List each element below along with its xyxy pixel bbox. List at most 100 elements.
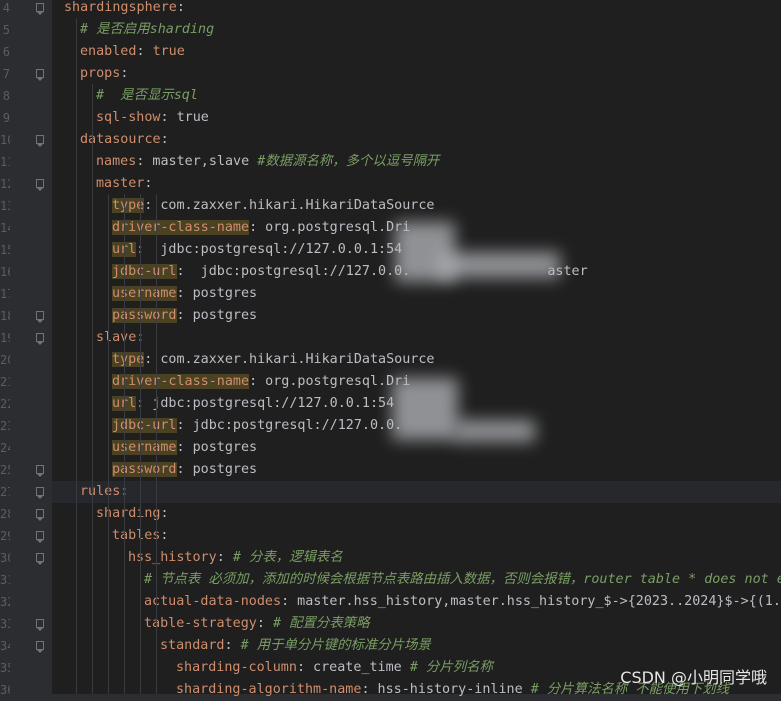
yaml-value: : — [176, 0, 185, 15]
line-number: 14 — [0, 221, 10, 235]
fold-toggle-icon[interactable] — [36, 487, 44, 499]
fold-toggle-icon[interactable] — [36, 531, 44, 543]
yaml-value: : — [136, 44, 153, 59]
yaml-key: standard — [160, 638, 225, 653]
yaml-key: enabled — [80, 44, 137, 59]
code-line[interactable]: 7 props: — [3, 63, 781, 85]
indent-guide — [76, 18, 77, 694]
yaml-key: actual-data-nodes — [144, 594, 282, 609]
line-number: 21 — [0, 375, 10, 389]
yaml-value: : — [144, 176, 153, 191]
line-number: 28 — [0, 507, 10, 521]
redaction-blur-3 — [392, 378, 458, 440]
code-text: password: postgres — [112, 305, 257, 327]
line-number: 15 — [0, 243, 10, 257]
line-number: 30 — [0, 551, 10, 565]
code-line[interactable]: 6 enabled: true — [3, 41, 781, 63]
code-line[interactable]: 33 table-strategy: # 配置分表策略 — [0, 613, 781, 635]
code-line[interactable]: 31 # 节点表 必须加，添加的时候会根据节点表路由插入数据，否则会报错，rout… — [0, 569, 781, 591]
yaml-key: sharding-column — [176, 660, 297, 675]
code-line[interactable]: 19 slave: — [0, 327, 781, 349]
fold-toggle-icon[interactable] — [36, 135, 44, 147]
code-text: rules: — [80, 481, 128, 503]
line-number: 18 — [0, 309, 10, 323]
yaml-key: props — [80, 66, 121, 81]
line-number: 9 — [2, 111, 10, 125]
code-line[interactable]: 20 type: com.zaxxer.hikari.HikariDataSour… — [0, 349, 781, 371]
code-line[interactable]: 18 password: postgres — [0, 305, 781, 327]
line-number: 5 — [2, 23, 10, 37]
code-line[interactable]: 4 shardingsphere: — [3, 0, 781, 19]
code-text: standard: # 用于单分片键的标准分片场景 — [160, 635, 431, 657]
line-number: 22 — [0, 397, 10, 411]
code-line[interactable]: 5 # 是否启用sharding — [3, 19, 781, 41]
code-text: # 是否显示sql — [96, 85, 198, 107]
yaml-key: hss_history — [128, 550, 217, 565]
yaml-comment: #数据源名称，多个以逗号隔开 — [257, 154, 440, 169]
code-line[interactable]: 9 sql-show: true — [3, 107, 781, 129]
code-line[interactable]: 24 username: postgres — [0, 437, 781, 459]
line-number: 20 — [0, 353, 10, 367]
yaml-value: : create_time — [296, 660, 410, 675]
redaction-blur-2 — [440, 252, 560, 278]
yaml-value: : — [216, 550, 233, 565]
yaml-key: username — [112, 286, 177, 301]
yaml-value: : jdbc:postgresql://127.0.0.1:54 — [136, 242, 403, 257]
yaml-value: : postgres — [176, 308, 258, 323]
yaml-key: shardingsphere — [64, 0, 177, 15]
yaml-key: slave — [96, 330, 137, 345]
code-line[interactable]: 12 master: — [0, 173, 781, 195]
code-line[interactable]: 27 rules: — [0, 481, 781, 503]
code-line[interactable]: 34 standard: # 用于单分片键的标准分片场景 — [0, 635, 781, 657]
fold-toggle-icon[interactable] — [36, 311, 44, 323]
code-text: props: — [80, 63, 128, 85]
fold-toggle-icon[interactable] — [36, 3, 44, 15]
code-editor[interactable]: 4 shardingsphere: 5 # 是否启用sharding 6 enabled:… — [0, 0, 781, 697]
yaml-key: username — [112, 440, 177, 455]
code-line[interactable]: 17 username: postgres — [0, 283, 781, 305]
fold-toggle-icon[interactable] — [36, 69, 44, 81]
code-text: type: com.zaxxer.hikari.HikariDataSource — [112, 195, 434, 217]
fold-toggle-icon[interactable] — [36, 465, 44, 477]
yaml-value: : postgres — [176, 440, 258, 455]
line-number: 6 — [2, 45, 10, 59]
code-line[interactable]: 29 tables: — [0, 525, 781, 547]
code-text: password: postgres — [112, 459, 257, 481]
yaml-key: driver-class-name — [112, 374, 250, 389]
fold-toggle-icon[interactable] — [36, 333, 44, 345]
indent-guide — [108, 194, 109, 694]
code-text: sharding-column: create_time # 分片列名称 — [176, 657, 493, 679]
yaml-comment: # 节点表 必须加，添加的时候会根据节点表路由插入数据，否则会报错，router… — [144, 572, 781, 587]
yaml-comment: # 是否显示sql — [96, 88, 198, 103]
yaml-value: : — [160, 528, 169, 543]
yaml-value: : org.postgresql.Dri — [249, 374, 411, 389]
fold-toggle-icon[interactable] — [36, 619, 44, 631]
code-text: shardingsphere: — [64, 0, 185, 19]
code-text: table-strategy: # 配置分表策略 — [144, 613, 369, 635]
code-line[interactable]: 8 # 是否显示sql — [3, 85, 781, 107]
fold-toggle-icon[interactable] — [36, 553, 44, 565]
fold-toggle-icon[interactable] — [36, 641, 44, 653]
code-line[interactable]: 32 actual-data-nodes: master.hss_history,… — [0, 591, 781, 613]
indent-guide — [140, 194, 141, 694]
yaml-comment: # 是否启用sharding — [80, 22, 215, 37]
yaml-value: : org.postgresql.Dri — [249, 220, 411, 235]
fold-toggle-icon[interactable] — [36, 179, 44, 191]
code-line[interactable]: 10 datasource: — [0, 129, 781, 151]
code-text: enabled: true — [80, 41, 185, 63]
code-text: # 是否启用sharding — [80, 19, 214, 41]
yaml-value: : true — [160, 110, 209, 125]
code-line[interactable]: 25 password: postgres — [0, 459, 781, 481]
code-line[interactable]: 30 hss_history: # 分表，逻辑表名 — [0, 547, 781, 569]
code-line[interactable]: 11 names: master,slave #数据源名称，多个以逗号隔开 — [0, 151, 781, 173]
yaml-value: : master,slave — [136, 154, 258, 169]
code-text: username: postgres — [112, 437, 257, 459]
code-line[interactable]: 28 sharding: — [0, 503, 781, 525]
line-number: 19 — [0, 331, 10, 345]
code-text: actual-data-nodes: master.hss_history,ma… — [144, 591, 781, 613]
fold-toggle-icon[interactable] — [36, 509, 44, 521]
yaml-key: password — [112, 308, 177, 323]
code-line[interactable]: 13 type: com.zaxxer.hikari.HikariDataSour… — [0, 195, 781, 217]
yaml-comment: # 分片列名称 — [409, 660, 493, 675]
yaml-value: : com.zaxxer.hikari.HikariDataSource — [144, 198, 435, 213]
